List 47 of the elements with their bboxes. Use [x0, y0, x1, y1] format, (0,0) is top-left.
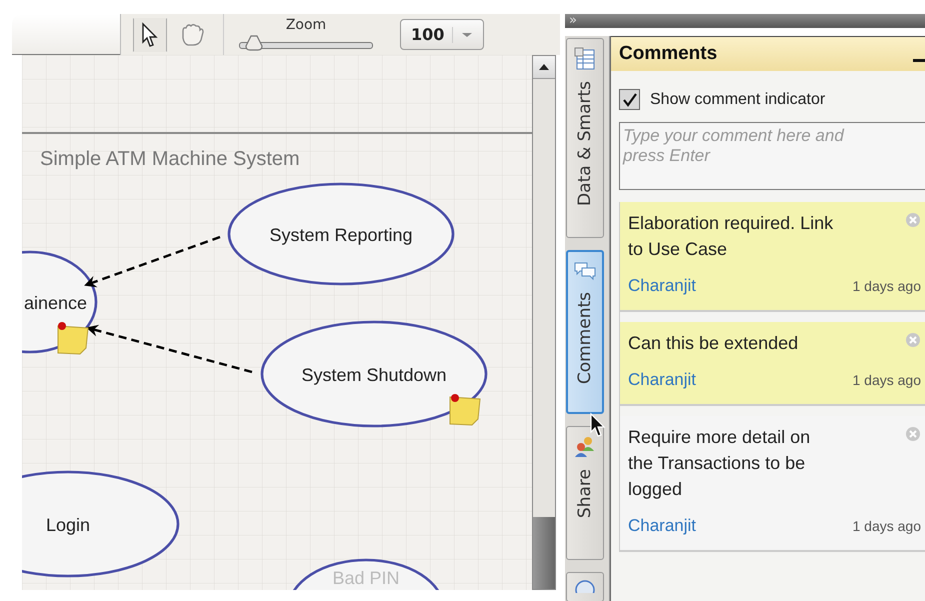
author-link[interactable]: Charanjit — [628, 370, 696, 390]
diagram-title: Simple ATM Machine System — [40, 148, 300, 170]
scroll-up-button[interactable] — [533, 56, 555, 79]
dashed-arrow[interactable] — [86, 324, 252, 374]
comment-time: 1 days ago — [852, 278, 921, 294]
panel-title: Comments — [619, 43, 718, 65]
side-tab[interactable] — [566, 572, 604, 601]
dashed-arrow[interactable] — [84, 236, 220, 288]
minimize-button[interactable] — [913, 58, 925, 62]
up-arrow-icon — [539, 64, 549, 70]
use-case-label: Bad PIN — [332, 568, 400, 588]
check-icon — [622, 92, 638, 108]
author-link[interactable]: Charanjit — [628, 276, 696, 296]
comment-text: Elaboration required. Link to Use Case — [628, 212, 834, 261]
side-tab[interactable]: Data & Smarts — [566, 38, 604, 238]
checkbox-label: Show comment indicator — [650, 90, 826, 108]
use-case-label: System Shutdown — [301, 365, 447, 385]
slider-thumb[interactable] — [244, 34, 264, 52]
note-icon[interactable] — [450, 394, 481, 426]
pointer-icon — [141, 22, 159, 48]
comment-input-field[interactable]: Type your comment here and press Enter — [619, 122, 925, 190]
author-link[interactable]: Charanjit — [628, 516, 696, 536]
comment-text: Can this be extended — [628, 332, 800, 355]
scroll-thumb[interactable] — [533, 517, 555, 589]
table-icon — [574, 47, 596, 71]
side-tab[interactable]: Share — [566, 426, 604, 560]
note-icon[interactable] — [58, 322, 89, 354]
mouse-cursor-icon — [589, 412, 607, 438]
zoom-dropdown[interactable]: 100 — [400, 19, 484, 50]
caret-icon — [461, 32, 474, 38]
use-case-ellipse[interactable] — [260, 320, 488, 428]
comment-text: Require more detail on the Transactions to be logged — [628, 426, 812, 501]
comment-time: 1 days ago — [852, 518, 921, 534]
vertical-scrollbar[interactable] — [532, 55, 556, 590]
diagram-canvas[interactable]: Simple ATM Machine System ainence System Reporting System Shutdown Login Bad PIN — [22, 55, 532, 590]
help-icon — [574, 579, 596, 593]
checkbox[interactable] — [619, 89, 640, 110]
comment-time: 1 days ago — [852, 372, 921, 388]
pointer-tool[interactable] — [133, 18, 167, 52]
use-case-ellipse[interactable] — [228, 182, 454, 286]
people-icon — [573, 435, 597, 459]
use-case-label: System Reporting — [269, 225, 413, 245]
speech-bubbles-icon — [573, 260, 597, 282]
use-case-label: Login — [46, 515, 90, 535]
zoom-label: Zoom — [286, 17, 326, 33]
side-tab[interactable]: Comments — [566, 250, 604, 414]
use-case-label: ainence — [24, 293, 88, 313]
